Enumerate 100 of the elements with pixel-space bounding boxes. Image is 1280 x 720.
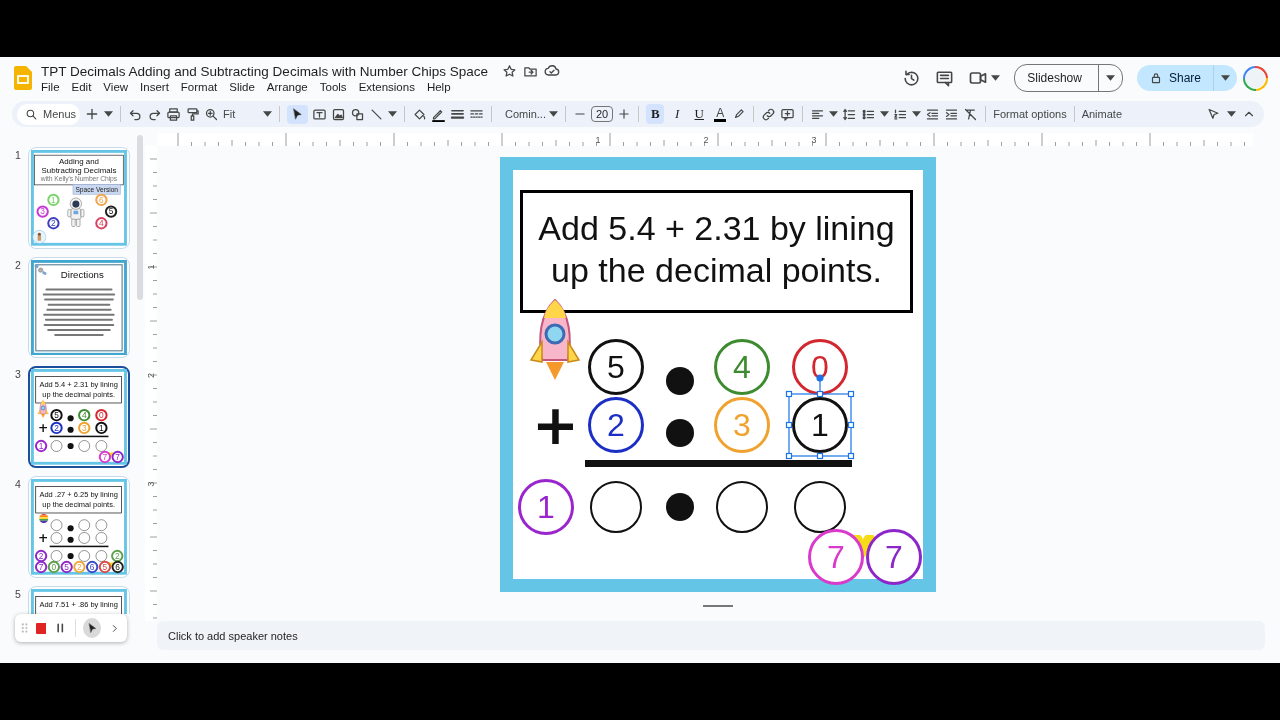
empty-circle	[78, 519, 90, 531]
plus-sign: +	[38, 421, 49, 436]
grip-icon[interactable]	[21, 622, 29, 634]
caret-icon[interactable]	[388, 111, 397, 117]
menu-item[interactable]: Edit	[71, 81, 92, 93]
pointer-icon[interactable]	[1206, 106, 1221, 122]
format-options-button[interactable]: Format options	[993, 108, 1067, 120]
slide-heading: Directions	[59, 269, 105, 281]
sum-line	[49, 545, 109, 548]
document-title[interactable]: TPT Decimals Adding and Subtracting Decimals with Number Chips Space	[41, 63, 488, 79]
empty-circle	[78, 532, 90, 544]
bold-button[interactable]: B	[646, 104, 665, 124]
decimal-point	[67, 536, 74, 543]
caret-icon[interactable]	[991, 75, 1001, 81]
empty-circle	[50, 550, 63, 562]
italic-button[interactable]: I	[668, 104, 687, 124]
menu-item[interactable]: Format	[180, 81, 218, 93]
star-icon[interactable]	[501, 63, 517, 79]
sum-line	[49, 436, 109, 438]
text-color-button[interactable]: A	[714, 106, 727, 122]
decimal-point	[67, 553, 74, 560]
empty-circle	[50, 532, 63, 544]
empty-circle	[95, 519, 108, 531]
numbered-list-icon[interactable]	[893, 106, 909, 122]
ruler-label: 1	[146, 264, 156, 270]
fill-bucket-icon[interactable]	[412, 106, 427, 122]
plus-icon[interactable]	[617, 107, 632, 121]
stop-icon[interactable]	[36, 622, 46, 634]
image-icon[interactable]	[331, 106, 346, 122]
slide-thumbnail[interactable]: Directions	[28, 256, 130, 359]
ruler-label: 2	[703, 135, 709, 145]
increase-indent-icon[interactable]	[944, 106, 960, 122]
menu-item[interactable]: Insert	[140, 81, 169, 93]
animate-button[interactable]: Animate	[1081, 108, 1122, 120]
plus-sign: +	[38, 531, 49, 546]
menu-item[interactable]: Help	[426, 81, 451, 93]
ruler-label: 2	[146, 373, 156, 378]
menu-item[interactable]: Slide	[229, 81, 255, 93]
underline-button[interactable]: U	[690, 104, 709, 124]
slideshow-button[interactable]: Slideshow	[1015, 65, 1099, 91]
font-dropdown[interactable]: Comin...	[505, 108, 545, 120]
menu-item[interactable]: Tools	[319, 81, 347, 93]
ruler-label: 1	[595, 135, 601, 145]
caret-icon[interactable]	[829, 111, 839, 117]
ball-drawing	[38, 513, 49, 524]
search-icon[interactable]	[25, 107, 38, 121]
print-icon[interactable]	[166, 106, 181, 122]
caret-icon[interactable]	[912, 111, 922, 117]
astronaut-drawing	[66, 197, 86, 228]
search-field[interactable]: Menus	[17, 103, 80, 125]
menu-item[interactable]: Arrange	[266, 81, 308, 93]
clear-formatting-icon[interactable]	[963, 106, 979, 122]
link-icon[interactable]	[761, 106, 777, 122]
problem-title: Add 5.4 + 2.31 by lining up the decimal points.	[537, 208, 896, 291]
font-size-field[interactable]: 20	[591, 106, 614, 122]
plus-icon[interactable]	[84, 106, 100, 122]
satellite-drawing	[34, 263, 48, 276]
avatar[interactable]	[1243, 65, 1268, 91]
slide-number: 5	[14, 586, 22, 600]
number-chip: 3	[78, 422, 91, 435]
cloud-icon[interactable]	[543, 63, 560, 79]
text-box-icon[interactable]	[312, 106, 327, 122]
line-spacing-icon[interactable]	[842, 106, 858, 122]
comment-icon[interactable]	[935, 68, 955, 88]
number-chip: 6	[111, 560, 124, 574]
decimal-point	[67, 443, 74, 450]
speaker-notes-field[interactable]: Click to add speaker notes	[157, 621, 1265, 650]
paint-format-icon[interactable]	[185, 106, 200, 122]
menu-item[interactable]: Extensions	[358, 81, 415, 93]
history-icon[interactable]	[902, 68, 922, 88]
decrease-indent-icon[interactable]	[925, 106, 941, 122]
shapes-icon[interactable]	[350, 106, 365, 122]
zoom-icon[interactable]	[204, 106, 219, 122]
caret-icon[interactable]	[880, 111, 890, 117]
decimal-point	[67, 525, 74, 532]
slide-number: 3	[14, 367, 22, 381]
plus-sign: +	[532, 393, 579, 457]
zoom-dropdown[interactable]: Fit	[223, 108, 259, 120]
resize-handle[interactable]	[703, 605, 733, 607]
ruler-label: 3	[811, 135, 817, 145]
empty-circle	[78, 440, 90, 453]
empty-circle	[95, 532, 108, 544]
rocket-drawing	[37, 400, 50, 419]
add-comment-icon[interactable]	[780, 106, 796, 122]
caret-icon[interactable]	[263, 111, 272, 117]
scrollbar[interactable]	[137, 135, 143, 300]
slide-number: 1	[14, 148, 22, 161]
caret-icon[interactable]	[549, 111, 558, 117]
caret-icon[interactable]	[1227, 111, 1236, 117]
slide-number: 2	[14, 257, 22, 271]
caret-icon[interactable]	[1221, 75, 1230, 81]
caret-icon[interactable]	[104, 111, 113, 117]
share-button[interactable]: Share	[1136, 65, 1214, 91]
ruler-label: 3	[146, 481, 156, 487]
decimal-point	[67, 415, 74, 422]
highlighter-icon[interactable]	[732, 107, 747, 121]
menu-item[interactable]: File	[41, 81, 60, 93]
caret-icon[interactable]	[1105, 75, 1115, 81]
menu-item[interactable]: View	[103, 81, 129, 93]
decimal-point	[67, 427, 74, 434]
